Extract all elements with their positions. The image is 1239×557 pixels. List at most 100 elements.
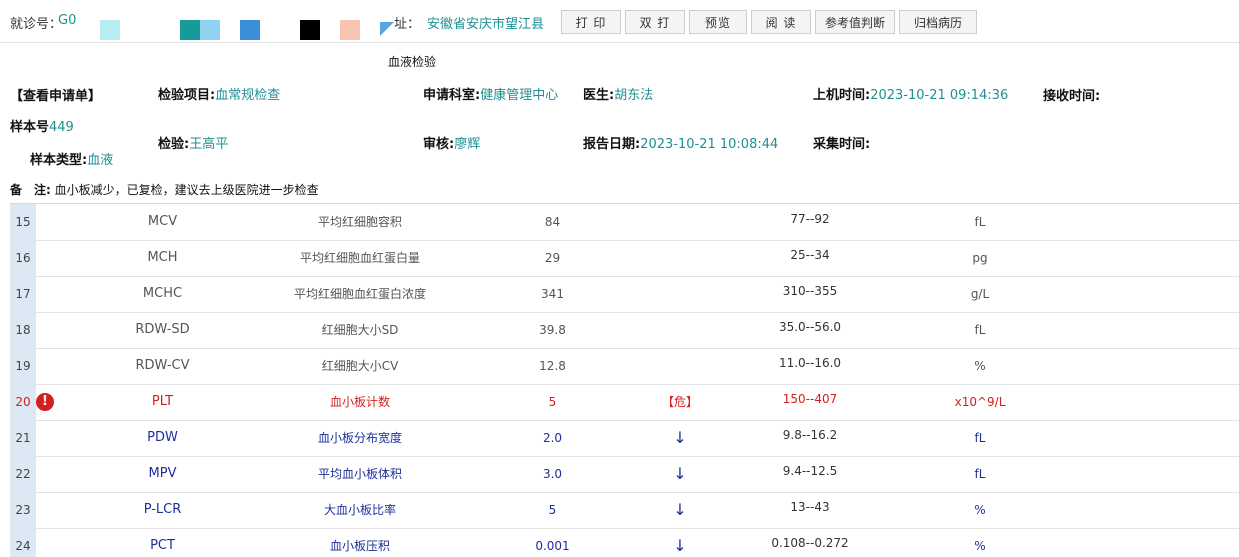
test-unit: % — [974, 359, 986, 373]
test-code: PLT — [151, 394, 174, 409]
reference-range: 25--34 — [790, 248, 830, 262]
read-button[interactable]: 阅 读 — [751, 10, 811, 34]
doctor: 医生:胡东法 — [583, 88, 654, 103]
sample-type-value: 血液 — [87, 153, 114, 168]
row-number: 15 — [10, 204, 36, 240]
test-name: 平均红细胞血红蛋白浓度 — [293, 287, 426, 301]
visit-no-label: 就诊号： — [10, 17, 63, 32]
table-row[interactable]: 20 PLT 血小板计数 5 【危】 150--407 x10^9/L! — [10, 384, 1239, 421]
sample-no-value: 449 — [49, 120, 74, 135]
table-row[interactable]: 15 MCV 平均红细胞容积 84 77--92 fL — [10, 204, 1239, 241]
test-name: 平均红细胞血红蛋白量 — [299, 251, 420, 265]
test-unit: fL — [974, 215, 986, 229]
tester-value: 王高平 — [189, 137, 229, 152]
table-row[interactable]: 23 P-LCR 大血小板比率 5 ↓ 13--43% — [10, 492, 1239, 529]
reviewer-value: 廖辉 — [454, 137, 481, 152]
double-print-button[interactable]: 双 打 — [625, 10, 685, 34]
table-row[interactable]: 19 RDW-CV 红细胞大小CV 12.8 11.0--16.0% — [10, 348, 1239, 385]
row-number: 24 — [10, 528, 36, 557]
archive-record-button[interactable]: 归档病历 — [899, 10, 977, 34]
test-name: 红细胞大小CV — [321, 359, 399, 373]
toolbar-divider — [0, 42, 1239, 43]
table-row[interactable]: 24 PCT 血小板压积 0.001 ↓ 0.108--0.272% — [10, 528, 1239, 557]
reference-range: 310--355 — [782, 284, 838, 298]
view-request-link[interactable]: 【查看申请单】 — [10, 85, 101, 104]
test-unit: fL — [974, 431, 986, 445]
doctor-value: 胡东法 — [614, 88, 654, 103]
result-flag: ↓ — [673, 500, 687, 519]
reference-range: 11.0--16.0 — [778, 356, 842, 370]
machine-time-value: 2023-10-21 09:14:36 — [870, 88, 1009, 103]
test-code: MPV — [148, 466, 177, 481]
test-result: 341 — [541, 287, 564, 301]
receive-time: 接收时间: — [1043, 89, 1101, 104]
test-item-value: 血常规检查 — [215, 88, 281, 103]
test-item: 检验项目:血常规检查 — [158, 88, 281, 103]
redaction-block — [200, 20, 220, 40]
report-title: 血液检验 — [388, 55, 437, 69]
reference-range: 150--407 — [782, 392, 838, 406]
row-number: 16 — [10, 240, 36, 276]
row-number: 18 — [10, 312, 36, 348]
test-name: 血小板压积 — [329, 539, 390, 553]
warning-icon: ! — [36, 393, 54, 411]
address-value: 安徽省安庆市望江县 — [427, 17, 545, 32]
test-name: 平均红细胞容积 — [317, 215, 402, 229]
table-row[interactable]: 17 MCHC 平均红细胞血红蛋白浓度 341 310--355 g/L — [10, 276, 1239, 313]
test-code: MCH — [147, 250, 178, 265]
preview-button[interactable]: 预览 — [689, 10, 747, 34]
machine-time: 上机时间:2023-10-21 09:14:36 — [813, 88, 1009, 103]
test-name: 红细胞大小SD — [321, 323, 399, 337]
test-code: RDW-CV — [135, 358, 190, 373]
redaction-block — [240, 20, 260, 40]
test-unit: x10^9/L — [954, 395, 1006, 409]
redaction-block — [300, 20, 320, 40]
test-result: 3.0 — [542, 467, 563, 481]
test-code: RDW-SD — [135, 322, 190, 337]
tester: 检验:王高平 — [158, 137, 229, 152]
row-number: 20 — [10, 384, 36, 420]
test-result: 12.8 — [539, 359, 566, 373]
test-unit: % — [974, 503, 986, 517]
test-unit: fL — [974, 467, 986, 481]
test-name: 血小板计数 — [329, 395, 390, 409]
reviewer: 审核:廖辉 — [423, 137, 481, 152]
test-code: MCV — [147, 214, 178, 229]
print-button[interactable]: 打 印 — [561, 10, 621, 34]
table-row[interactable]: 21 PDW 血小板分布宽度 2.0 ↓ 9.8--16.2 fL — [10, 420, 1239, 457]
results-table: 15 MCV 平均红细胞容积 84 77--92 fL 16 MCH 平均红细胞血红蛋白量 29 2… — [10, 203, 1239, 557]
reference-range: 9.4--12.5 — [782, 464, 838, 478]
result-flag: 【危】 — [661, 395, 698, 409]
test-code: PCT — [150, 538, 175, 553]
collect-time: 采集时间: — [813, 137, 871, 152]
address-label: 址： — [394, 17, 421, 32]
report-date-value: 2023-10-21 10:08:44 — [640, 137, 779, 152]
top-toolbar: 就诊号： G0 址： 安徽省安庆市望江县 打 印 双 打 预览 阅 读 参考值判… — [0, 0, 1239, 42]
result-flag: ↓ — [673, 536, 687, 555]
redaction-block — [100, 20, 120, 40]
test-unit: g/L — [970, 287, 990, 301]
table-row[interactable]: 18 RDW-SD 红细胞大小SD 39.8 35.0--56.0 fL — [10, 312, 1239, 349]
reference-range: 77--92 — [790, 212, 830, 226]
test-result: 5 — [548, 395, 557, 409]
reference-range: 13--43 — [790, 500, 830, 514]
test-unit: fL — [974, 323, 986, 337]
test-code: PDW — [147, 430, 178, 445]
test-code: MCHC — [142, 286, 183, 301]
test-name: 平均血小板体积 — [317, 467, 402, 481]
test-result: 39.8 — [539, 323, 566, 337]
row-number: 17 — [10, 276, 36, 312]
sample-type: 样本类型:血液 — [30, 153, 114, 168]
visit-no-value[interactable]: G0 — [58, 13, 76, 28]
test-name: 血小板分布宽度 — [317, 431, 402, 445]
row-number: 19 — [10, 348, 36, 384]
reference-check-button[interactable]: 参考值判断 — [815, 10, 895, 34]
request-dept-value: 健康管理中心 — [480, 88, 559, 103]
redaction-block — [380, 22, 394, 36]
test-result: 0.001 — [535, 539, 570, 553]
row-number: 22 — [10, 456, 36, 492]
request-dept: 申请科室:健康管理中心 — [423, 88, 559, 103]
notes: 备 注: 血小板减少，已复检，建议去上级医院进一步检查 — [10, 183, 319, 197]
table-row[interactable]: 16 MCH 平均红细胞血红蛋白量 29 25--34 pg — [10, 240, 1239, 277]
table-row[interactable]: 22 MPV 平均血小板体积 3.0 ↓ 9.4--12.5 fL — [10, 456, 1239, 493]
